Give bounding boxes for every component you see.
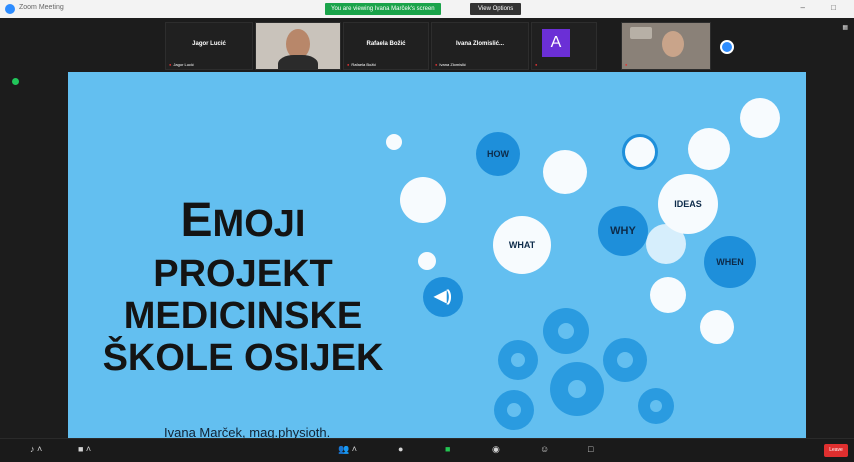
how-bubble: HOW [476,132,520,176]
background-object [630,27,652,39]
decor-bubble [700,310,734,344]
title-line: ŠKOLE OSIJEK [102,337,384,379]
decor-bubble [688,128,730,170]
speaker-icon: ◀) [423,277,463,317]
participant-tile-avatar[interactable]: A ● [531,22,597,70]
connection-status-icon [12,78,19,85]
record-icon[interactable]: ◉ [492,444,500,455]
muted-mic-icon: ● [169,62,172,67]
more-icon[interactable]: □ [588,444,593,454]
gear-icon [494,390,534,430]
title-initial: E [180,194,213,247]
meeting-area: Jagor Lucić ● Jagor Lucić Rafaela Božić ●… [0,18,854,438]
ideas-bubble: IDEAS [658,174,718,234]
participant-name: Jagor Lucić [192,41,226,47]
muted-mic-icon: ● [435,62,438,67]
microphone-icon[interactable]: ♪ ˄ [30,444,42,454]
decor-bubble [740,98,780,138]
participant-label: Ivana Zlomislić [439,62,466,67]
gallery-view-icon[interactable]: ▦ [842,24,848,31]
shared-slide: EMOJI PROJEKT MEDICINSKE ŠKOLE OSIJEK Iv… [68,72,806,438]
decor-bubble [386,134,402,150]
decor-bubble [543,150,587,194]
meeting-toolbar: ♪ ˄ ■ ˄ 👥 ˄ ● ■ ◉ ☺ □ Leave [0,438,854,462]
gear-icon [638,388,674,424]
when-bubble: WHEN [704,236,756,288]
participant-tile-video[interactable]: ● [621,22,711,70]
participant-face [662,31,684,57]
muted-mic-icon: ● [535,62,538,67]
video-camera-icon[interactable]: ■ ˄ [78,444,91,454]
zoom-logo-icon [5,4,15,14]
gear-icon [498,340,538,380]
gear-icon [603,338,647,382]
leave-button[interactable]: Leave [824,444,848,457]
slide-author: Ivana Marček, mag.physioth. [164,425,331,438]
window-title: Zoom Meeting [19,4,64,11]
title-bar: Zoom Meeting You are viewing Ivana Marče… [0,0,854,19]
slide-title: EMOJI PROJEKT MEDICINSKE ŠKOLE OSIJEK [84,197,402,381]
what-bubble: WHAT [493,216,551,274]
participant-label: Jagor Lucić [173,62,194,67]
participant-tile[interactable]: Rafaela Božić ● Rafaela Božić [343,22,429,70]
participant-tile[interactable]: Ivana Zlomislić... ● Ivana Zlomislić [431,22,529,70]
gear-icon [550,362,604,416]
chat-icon[interactable]: ● [398,444,403,454]
gear-icon [543,308,589,354]
clock-icon [622,134,658,170]
participant-label: Rafaela Božić [351,62,377,67]
more-participants-button[interactable] [720,40,734,54]
participant-tile-video[interactable] [255,22,341,70]
reactions-icon[interactable]: ☺ [540,444,549,454]
title-rest: MOJI [212,203,306,245]
title-line: MEDICINSKE [123,295,363,337]
muted-mic-icon: ● [347,62,350,67]
headphones-icon [418,252,436,270]
lightbulb-bubble [400,177,446,223]
participant-name: Ivana Zlomislić... [455,41,505,47]
muted-mic-icon: ● [625,62,628,67]
avatar: A [542,29,570,57]
share-screen-icon[interactable]: ■ [445,444,450,454]
title-line: PROJEKT [153,253,333,295]
decor-bubble [650,277,686,313]
participants-icon[interactable]: 👥 ˄ [338,444,357,455]
participant-body [278,55,318,69]
why-bubble: WHY [598,206,648,256]
share-banner: You are viewing Ivana Marček's screen [325,3,441,15]
window-controls[interactable]: – □ [800,3,848,12]
participant-name: Rafaela Božić [366,41,406,47]
participant-tile[interactable]: Jagor Lucić ● Jagor Lucić [165,22,253,70]
view-options-button[interactable]: View Options [470,3,522,15]
